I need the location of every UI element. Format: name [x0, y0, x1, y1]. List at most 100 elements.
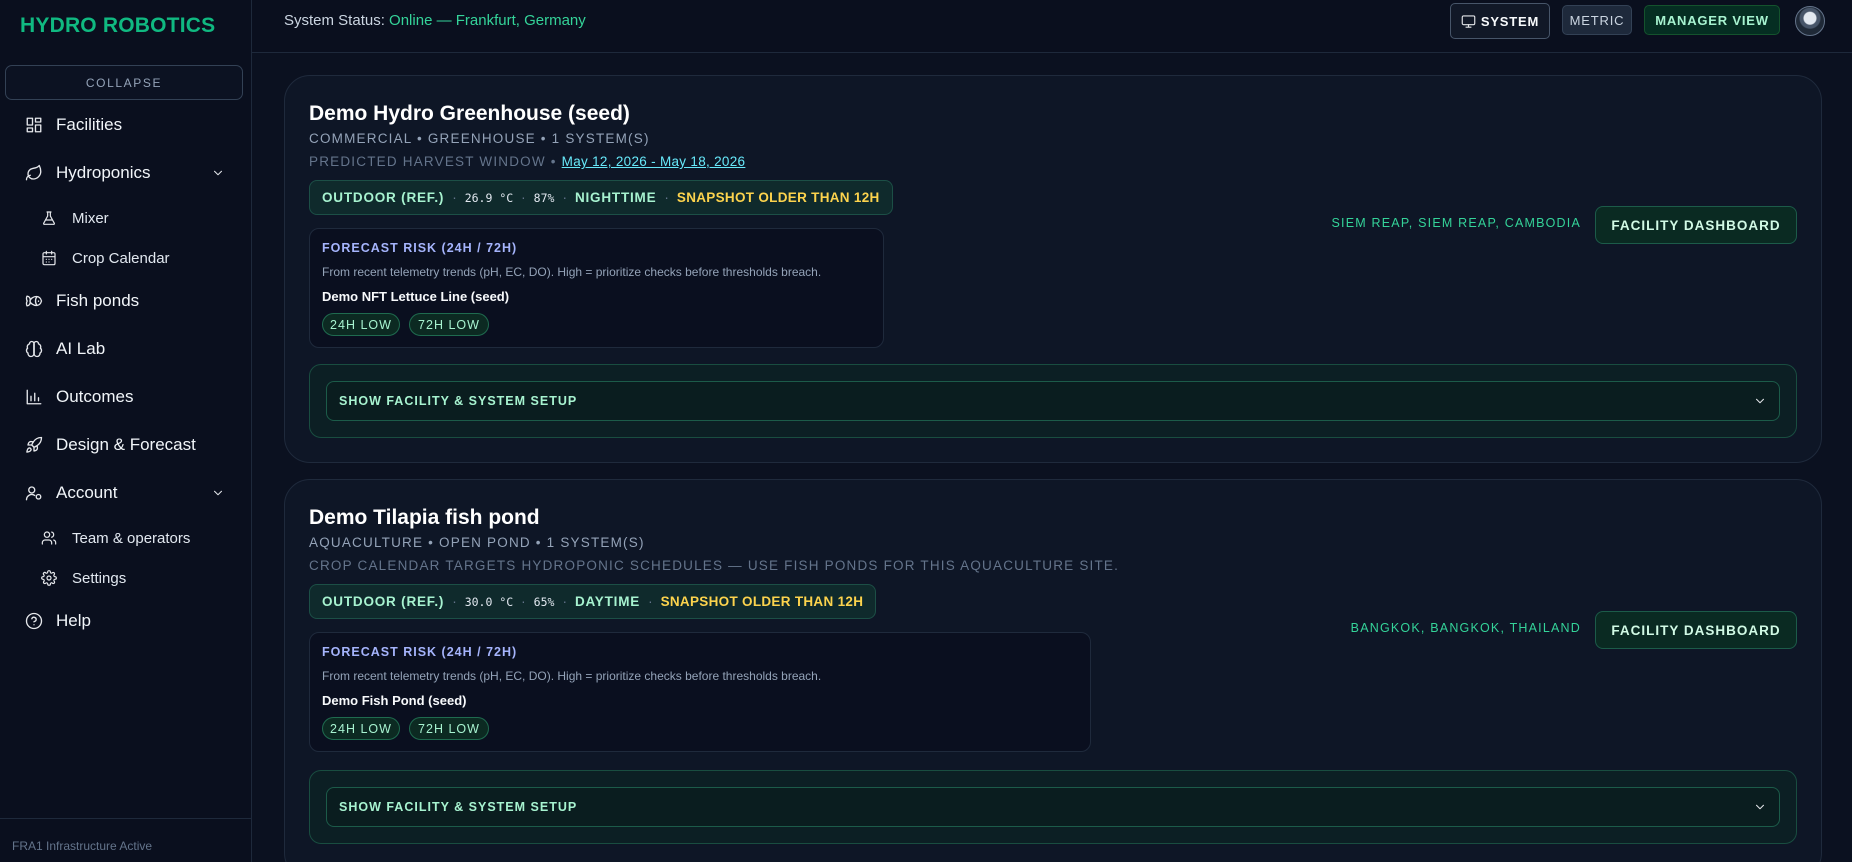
sidebar-item-label: Help: [56, 611, 91, 630]
facility-meta: COMMERCIAL • GREENHOUSE • 1 SYSTEM(S): [309, 131, 650, 146]
harvest-window-link[interactable]: May 12, 2026 - May 18, 2026: [562, 154, 746, 169]
fish-icon: [24, 291, 44, 311]
show-setup-button[interactable]: SHOW FACILITY & SYSTEM SETUP: [326, 381, 1780, 421]
show-setup-button[interactable]: SHOW FACILITY & SYSTEM SETUP: [326, 787, 1780, 827]
collapse-button[interactable]: COLLAPSE: [5, 65, 243, 100]
chevron-down-icon[interactable]: [209, 484, 227, 502]
show-setup-label: SHOW FACILITY & SYSTEM SETUP: [339, 800, 578, 814]
system-status-label: System Status:: [284, 12, 385, 29]
sidebar-item-label: Fish ponds: [56, 291, 140, 310]
grid-icon: [24, 115, 44, 135]
sidebar-item-label: Account: [56, 483, 118, 502]
sidebar-item-label: Settings: [72, 569, 127, 587]
avatar[interactable]: [1795, 6, 1825, 36]
separator: ·: [452, 190, 457, 205]
sidebar-item-label: AI Lab: [56, 339, 106, 358]
sidebar-item-facilities[interactable]: Facilities: [0, 108, 252, 142]
harvest-window: PREDICTED HARVEST WINDOW • May 12, 2026 …: [309, 154, 745, 169]
snapshot-warning: SNAPSHOT OLDER THAN 12H: [660, 594, 864, 609]
system-status: System Status: Online — Frankfurt, Germa…: [284, 12, 586, 29]
sidebar-item-label: Facilities: [56, 115, 123, 134]
separator: ·: [452, 594, 457, 609]
sidebar-item-crop-calendar[interactable]: Crop Calendar: [0, 241, 252, 275]
help-circle-icon: [24, 611, 44, 631]
chevron-down-icon: [1753, 393, 1767, 412]
sidebar-item-settings[interactable]: Settings: [0, 561, 252, 595]
weather-period: DAYTIME: [574, 594, 641, 609]
risk-24h-badge: 24H LOW: [322, 717, 400, 740]
weather-humidity: 65%: [533, 594, 555, 609]
snapshot-warning: SNAPSHOT OLDER THAN 12H: [676, 190, 880, 205]
chevron-down-icon: [1753, 799, 1767, 818]
calendar-icon: [40, 249, 58, 267]
sidebar-item-label: Design & Forecast: [56, 435, 196, 454]
weather-label: OUTDOOR (REF.): [322, 594, 445, 609]
sidebar-item-ai-lab[interactable]: AI Lab: [0, 332, 252, 366]
forecast-description: From recent telemetry trends (pH, EC, DO…: [322, 265, 822, 279]
system-status-value: Online — Frankfurt, Germany: [389, 12, 586, 29]
risk-72h-badge: 72H LOW: [409, 313, 489, 336]
rocket-icon: [24, 435, 44, 455]
sidebar-footer: FRA1 Infrastructure Active: [0, 818, 252, 862]
sidebar-item-label: Team & operators: [72, 529, 191, 547]
forecast-risk-panel: FORECAST RISK (24H / 72H) From recent te…: [309, 228, 884, 348]
metric-button[interactable]: METRIC: [1562, 5, 1632, 35]
separator: ·: [521, 190, 526, 205]
sidebar-item-hydroponics[interactable]: Hydroponics: [0, 156, 252, 190]
infrastructure-status: FRA1 Infrastructure Active: [12, 839, 153, 853]
brand-logo[interactable]: HYDRO ROBOTICS: [20, 14, 215, 38]
separator: ·: [664, 190, 669, 205]
harvest-window-label: PREDICTED HARVEST WINDOW •: [309, 154, 557, 169]
sidebar-item-label: Outcomes: [56, 387, 134, 406]
forecast-system-name: Demo Fish Pond (seed): [322, 693, 467, 708]
bar-chart-icon: [24, 387, 44, 407]
sidebar-item-help[interactable]: Help: [0, 604, 252, 638]
risk-72h-badge: 72H LOW: [409, 717, 489, 740]
separator: ·: [562, 190, 567, 205]
facility-title: Demo Tilapia fish pond: [309, 506, 540, 529]
chevron-down-icon[interactable]: [209, 164, 227, 182]
setup-panel: SHOW FACILITY & SYSTEM SETUP: [309, 770, 1797, 844]
monitor-icon: [1461, 14, 1476, 28]
separator: ·: [562, 594, 567, 609]
leaf-icon: [24, 163, 44, 183]
forecast-description: From recent telemetry trends (pH, EC, DO…: [322, 669, 822, 683]
forecast-risk-panel: FORECAST RISK (24H / 72H) From recent te…: [309, 632, 1091, 752]
weather-label: OUTDOOR (REF.): [322, 190, 445, 205]
facility-dashboard-button[interactable]: FACILITY DASHBOARD: [1595, 206, 1797, 244]
system-button[interactable]: SYSTEM: [1450, 3, 1550, 39]
sidebar-item-label: Mixer: [72, 209, 109, 227]
facility-card: Demo Tilapia fish pond AQUACULTURE • OPE…: [284, 479, 1822, 862]
weather-temp: 30.0 °C: [464, 594, 514, 609]
sidebar-item-outcomes[interactable]: Outcomes: [0, 380, 252, 414]
sidebar-item-label: Hydroponics: [56, 163, 151, 182]
facility-card: Demo Hydro Greenhouse (seed) COMMERCIAL …: [284, 75, 1822, 463]
sidebar-item-mixer[interactable]: Mixer: [0, 201, 252, 235]
users-icon: [40, 529, 58, 547]
weather-humidity: 87%: [533, 190, 555, 205]
forecast-title: FORECAST RISK (24H / 72H): [322, 645, 518, 659]
gear-icon: [40, 569, 58, 587]
weather-period: NIGHTTIME: [574, 190, 657, 205]
outdoor-weather-strip: OUTDOOR (REF.) · 30.0 °C · 65% · DAYTIME…: [309, 584, 877, 619]
sidebar-item-account[interactable]: Account: [0, 476, 252, 510]
sidebar-item-fish-ponds[interactable]: Fish ponds: [0, 284, 252, 318]
separator: ·: [521, 594, 526, 609]
manager-view-button[interactable]: MANAGER VIEW: [1644, 5, 1780, 35]
risk-24h-badge: 24H LOW: [322, 313, 400, 336]
forecast-title: FORECAST RISK (24H / 72H): [322, 241, 518, 255]
user-gear-icon: [24, 483, 44, 503]
system-button-label: SYSTEM: [1480, 13, 1540, 29]
sidebar-item-team-operators[interactable]: Team & operators: [0, 521, 252, 555]
facility-location: SIEM REAP, SIEM REAP, CAMBODIA: [1331, 216, 1581, 230]
facility-dashboard-button[interactable]: FACILITY DASHBOARD: [1595, 611, 1797, 649]
flask-icon: [40, 209, 58, 227]
setup-panel: SHOW FACILITY & SYSTEM SETUP: [309, 364, 1797, 438]
top-bar: System Status: Online — Frankfurt, Germa…: [252, 0, 1852, 53]
outdoor-weather-strip: OUTDOOR (REF.) · 26.9 °C · 87% · NIGHTTI…: [309, 180, 893, 215]
sidebar-item-design-forecast[interactable]: Design & Forecast: [0, 428, 252, 462]
brain-icon: [24, 339, 44, 359]
forecast-system-name: Demo NFT Lettuce Line (seed): [322, 289, 510, 304]
crop-calendar-note: CROP CALENDAR TARGETS HYDROPONIC SCHEDUL…: [309, 558, 1120, 573]
separator: ·: [648, 594, 653, 609]
